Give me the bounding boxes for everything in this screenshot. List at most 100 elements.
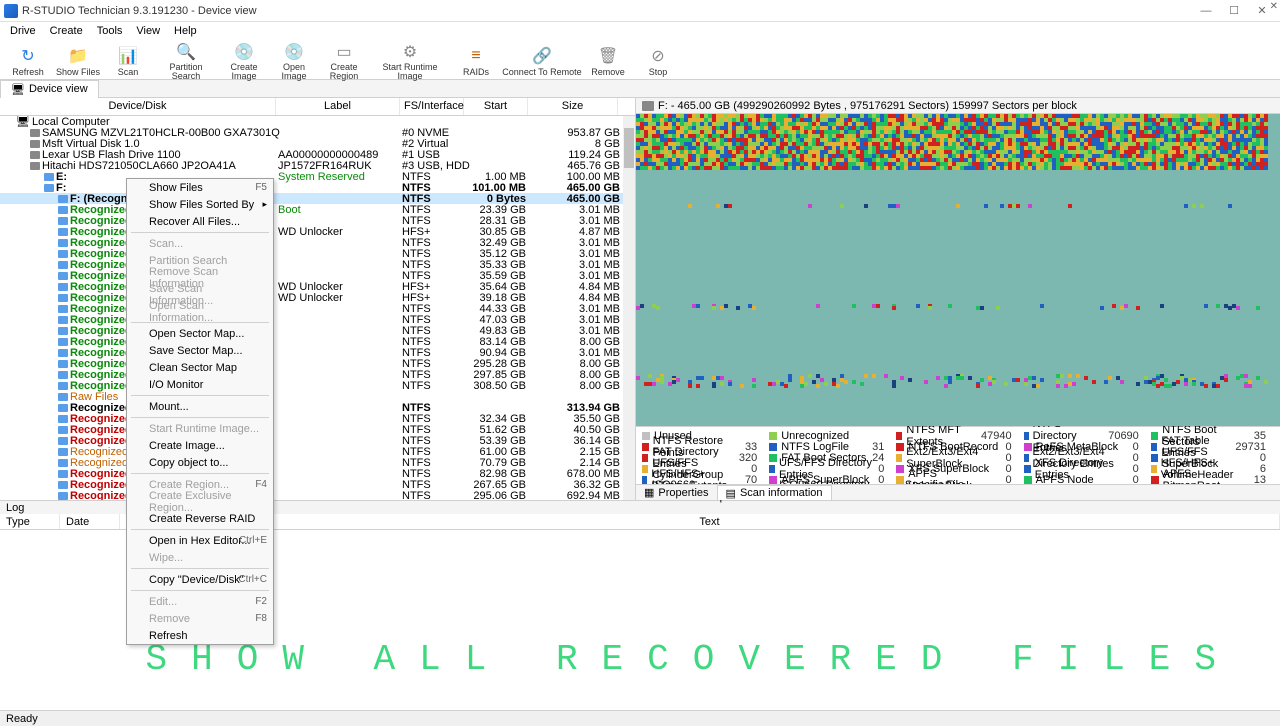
tree-row[interactable]: Recognized25NTFS90.94 GB3.01 MB (0, 347, 635, 358)
tree-row[interactable]: Recognized19NTFS35.33 GB3.01 MB (0, 259, 635, 270)
tree-row[interactable]: F: (Recognized0)NTFS0 Bytes465.00 GB (0, 193, 635, 204)
tree-row[interactable]: Recognized12NTFS51.62 GB40.50 GB (0, 424, 635, 435)
window-title: R-STUDIO Technician 9.3.191230 - Device … (22, 5, 1192, 17)
tree-scrollbar[interactable] (623, 116, 635, 500)
menu-item: Open Scan Information... (127, 303, 273, 320)
col-start[interactable]: Start (464, 98, 528, 115)
tree-row[interactable]: Recognized2NTFS82.98 GB678.00 MB (0, 468, 635, 479)
info-tabs: ▦Properties ▤Scan information (636, 484, 1280, 500)
menu-item[interactable]: Clean Sector Map (127, 359, 273, 376)
tool-refresh[interactable]: ↻Refresh (4, 42, 52, 80)
menu-bar: DriveCreateToolsViewHelp (0, 22, 1280, 40)
tree-row[interactable]: Recognized11NTFS32.34 GB35.50 GB (0, 413, 635, 424)
log-title: Log (6, 502, 24, 514)
tree-row[interactable]: Recognized5NTFS61.00 GB2.15 GB (0, 446, 635, 457)
tool-stop[interactable]: ⊘Stop (634, 42, 682, 80)
tree-row[interactable]: Recognized20NTFS35.59 GB3.01 MB (0, 270, 635, 281)
legend-item: NTFS Directory Entries70690 (1024, 430, 1147, 441)
log-col-type[interactable]: Type (0, 514, 60, 529)
menu-tools[interactable]: Tools (91, 23, 129, 39)
tree-row[interactable]: Recognized29WD UnlockerHFS+30.85 GB4.87 … (0, 226, 635, 237)
tree-row[interactable]: Recognized1BootNTFS23.39 GB3.01 MB (0, 204, 635, 215)
menu-item[interactable]: Copy "Device/Disk"Ctrl+C (127, 571, 273, 588)
app-icon (4, 4, 18, 18)
legend: UnusedUnrecognizedNTFS MFT Extents47940N… (636, 426, 1280, 484)
tree-row[interactable]: Raw Files (0, 391, 635, 402)
menu-create[interactable]: Create (44, 23, 89, 39)
tool-scan[interactable]: 📊Scan (104, 42, 152, 80)
menu-item[interactable]: Create Reverse RAID (127, 510, 273, 527)
tree-row[interactable]: Recognized26NTFS295.28 GB8.00 GB (0, 358, 635, 369)
tree-row[interactable]: SAMSUNG MZVL21T0HCLR-00B00 GXA7301Q#0 NV… (0, 127, 635, 138)
menu-item[interactable]: Create Image... (127, 437, 273, 454)
tree-row[interactable]: Recognized18NTFS35.12 GB3.01 MB (0, 248, 635, 259)
tree-row[interactable]: Recognized17NTFS32.49 GB3.01 MB (0, 237, 635, 248)
legend-item: UFS/FFS Directory Entries0 (769, 463, 892, 474)
tree-row[interactable]: Recognized22NTFS47.03 GB3.01 MB (0, 314, 635, 325)
tool-open-image[interactable]: 💿Open Image (270, 42, 318, 80)
menu-item: Start Runtime Image... (127, 420, 273, 437)
tree-row[interactable]: Recognized30WD UnlockerHFS+35.64 GB4.84 … (0, 281, 635, 292)
tool-remove[interactable]: 🗑Remove (584, 42, 632, 80)
maximize-button[interactable]: ☐ (1220, 2, 1248, 20)
tab-device-view[interactable]: 🖥 Device view (0, 80, 99, 98)
col-label[interactable]: Label (276, 98, 400, 115)
sector-map[interactable] (636, 114, 1280, 426)
tree-row[interactable]: F:NTFS101.00 MB465.00 GB (0, 182, 635, 193)
tool-partition-search[interactable]: 🔍Partition Search (154, 42, 218, 80)
tab-scan-information[interactable]: ▤Scan information (717, 485, 832, 500)
tree-row[interactable]: Recognized9NTFS313.94 GB (0, 402, 635, 413)
log-col-text[interactable]: Text (140, 514, 1280, 529)
tree-row[interactable]: Recognized4NTFS70.79 GB2.14 GB (0, 457, 635, 468)
menu-item[interactable]: Open Sector Map... (127, 325, 273, 342)
tree-row[interactable]: Lexar USB Flash Drive 1100AA000000000004… (0, 149, 635, 160)
menu-item[interactable]: Open in Hex Editor...Ctrl+E (127, 532, 273, 549)
tool-raids[interactable]: ≡RAIDs (452, 42, 500, 80)
legend-item: NTFS MFT Extents47940 (896, 430, 1019, 441)
menu-item[interactable]: Save Sector Map... (127, 342, 273, 359)
tree-row[interactable]: Recognized21NTFS44.33 GB3.01 MB (0, 303, 635, 314)
menu-item[interactable]: Refresh (127, 627, 273, 644)
tree-row[interactable]: Recognized23NTFS49.83 GB3.01 MB (0, 325, 635, 336)
tool-start-runtime-image[interactable]: ⚙Start Runtime Image (370, 42, 450, 80)
menu-item: Scan... (127, 235, 273, 252)
tree-row[interactable]: Recognized15NTFS295.06 GB692.94 MB (0, 490, 635, 500)
menu-help[interactable]: Help (168, 23, 203, 39)
tree-row[interactable]: Recognized10NTFS267.65 GB36.32 GB (0, 479, 635, 490)
tree-row[interactable]: Recognized31WD UnlockerHFS+39.18 GB4.84 … (0, 292, 635, 303)
device-tree[interactable]: 🖥Local ComputerSAMSUNG MZVL21T0HCLR-00B0… (0, 116, 635, 500)
log-col-date[interactable]: Date (60, 514, 120, 529)
menu-item: Wipe... (127, 549, 273, 566)
col-device[interactable]: Device/Disk (0, 98, 276, 115)
tool-create-region[interactable]: ▭Create Region (320, 42, 368, 80)
tree-row[interactable]: Recognized16NTFS28.31 GB3.01 MB (0, 215, 635, 226)
col-size[interactable]: Size (528, 98, 618, 115)
legend-item: NTFS LogFile31 (769, 441, 892, 452)
menu-item[interactable]: Recover All Files... (127, 213, 273, 230)
tree-row[interactable]: Recognized28NTFS308.50 GB8.00 GB (0, 380, 635, 391)
menu-item[interactable]: I/O Monitor (127, 376, 273, 393)
tool-connect-to-remote[interactable]: 🔗Connect To Remote (502, 42, 582, 80)
legend-item: Unrecognized (769, 430, 892, 441)
tool-show-files[interactable]: 📁Show Files (54, 42, 102, 80)
log-close-icon[interactable]: ✕ (1270, 1, 1278, 12)
menu-item[interactable]: Mount... (127, 398, 273, 415)
col-fs[interactable]: FS/Interface (400, 98, 464, 115)
tab-properties[interactable]: ▦Properties (636, 485, 717, 500)
pc-icon: 🖥 (11, 83, 25, 96)
menu-view[interactable]: View (130, 23, 166, 39)
minimize-button[interactable]: — (1192, 2, 1220, 20)
tree-row[interactable]: Hitachi HDS721050CLA660 JP2OA41AJP1572FR… (0, 160, 635, 171)
menu-item[interactable]: Copy object to... (127, 454, 273, 471)
tree-row[interactable]: E:System ReservedNTFS1.00 MB100.00 MB (0, 171, 635, 182)
menu-drive[interactable]: Drive (4, 23, 42, 39)
tree-row[interactable]: 🖥Local Computer (0, 116, 635, 127)
menu-item[interactable]: Show Files Sorted By (127, 196, 273, 213)
sector-map-pane: F: - 465.00 GB (499290260992 Bytes , 975… (636, 98, 1280, 500)
menu-item[interactable]: Show FilesF5 (127, 179, 273, 196)
tree-row[interactable]: Msft Virtual Disk 1.0#2 Virtual8 GB (0, 138, 635, 149)
tool-create-image[interactable]: 💿Create Image (220, 42, 268, 80)
tree-row[interactable]: Recognized24NTFS83.14 GB8.00 GB (0, 336, 635, 347)
tree-row[interactable]: Recognized27NTFS297.85 GB8.00 GB (0, 369, 635, 380)
tree-row[interactable]: Recognized8NTFS53.39 GB36.14 GB (0, 435, 635, 446)
